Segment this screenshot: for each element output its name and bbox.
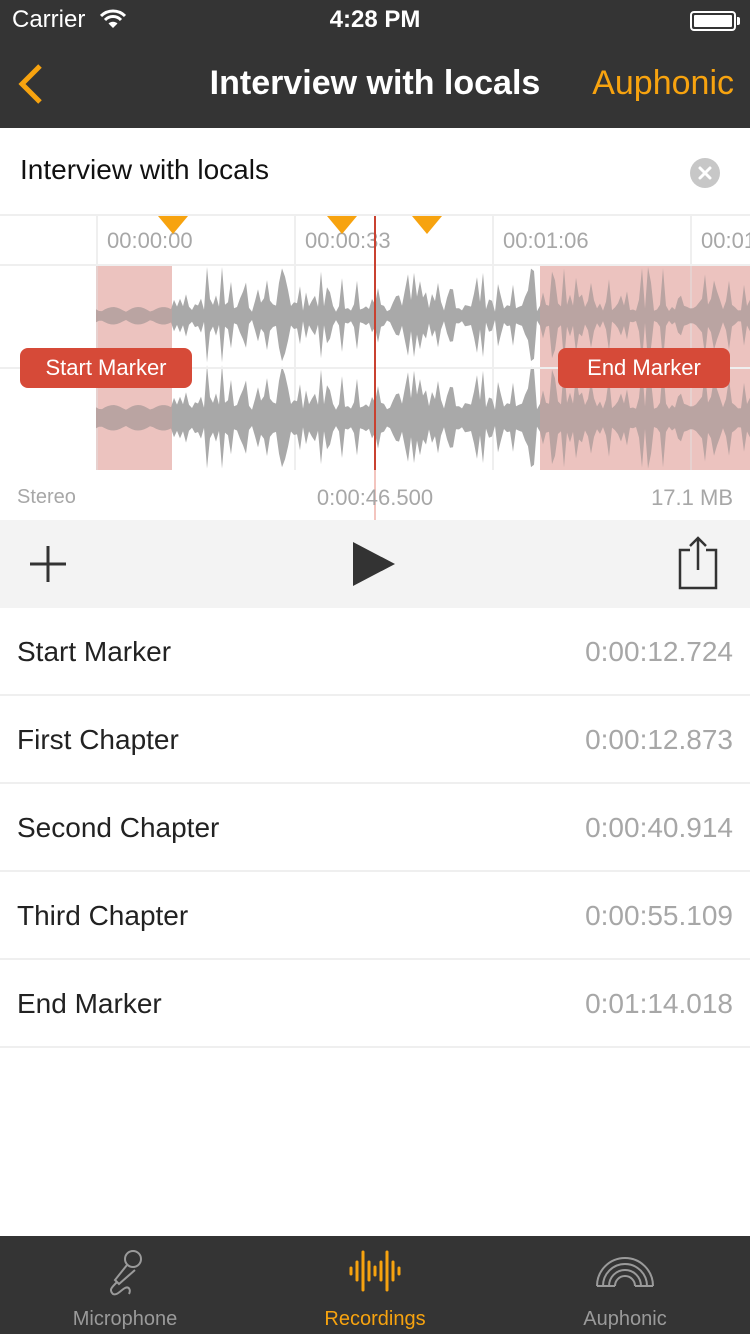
clock: 4:28 PM <box>329 6 421 33</box>
share-icon <box>678 536 718 590</box>
timeline-tick <box>690 216 692 264</box>
end-marker-button[interactable]: End Marker <box>558 348 730 388</box>
share-button[interactable] <box>668 534 728 594</box>
marker-name: First Chapter <box>17 724 179 755</box>
marker-time: 0:00:12.873 <box>585 724 733 755</box>
marker-time: 0:00:40.914 <box>585 812 733 843</box>
tab-label: Microphone <box>72 1308 178 1330</box>
marker-name: End Marker <box>17 988 162 1019</box>
recording-info-row: Stereo 0:00:46.500 17.1 MB <box>0 470 750 520</box>
recording-name-row <box>0 128 750 216</box>
play-icon <box>353 542 395 586</box>
marker-time: 0:00:12.724 <box>585 636 733 667</box>
navigation-bar: Interview with locals Auphonic <box>0 40 750 128</box>
marker-row[interactable]: Third Chapter 0:00:55.109 <box>0 872 750 960</box>
file-size: 17.1 MB <box>651 485 733 510</box>
waveform-icon <box>349 1250 401 1292</box>
chapter-marker-first[interactable] <box>158 216 188 234</box>
status-bar: Carrier 4:28 PM <box>0 0 750 40</box>
battery-icon <box>690 11 736 31</box>
timeline-tick <box>294 216 296 264</box>
marker-time: 0:00:55.109 <box>585 900 733 931</box>
marker-name: Second Chapter <box>17 812 220 843</box>
microphone-icon <box>109 1250 142 1296</box>
tab-microphone[interactable]: Microphone <box>0 1236 250 1334</box>
add-marker-button[interactable] <box>18 534 78 594</box>
marker-row[interactable]: Second Chapter 0:00:40.914 <box>0 784 750 872</box>
tab-auphonic[interactable]: Auphonic <box>500 1236 750 1334</box>
chapter-marker-second[interactable] <box>327 216 357 234</box>
marker-time: 0:01:14.018 <box>585 988 733 1019</box>
marker-row[interactable]: Start Marker 0:00:12.724 <box>0 608 750 696</box>
clear-circle-icon <box>698 166 712 180</box>
playhead[interactable] <box>374 216 376 470</box>
timeline-tick <box>492 216 494 264</box>
tab-label: Recordings <box>324 1308 426 1330</box>
marker-row[interactable]: End Marker 0:01:14.018 <box>0 960 750 1048</box>
playback-toolbar <box>0 520 750 608</box>
battery-tip <box>737 17 740 25</box>
tab-recordings[interactable]: Recordings <box>250 1236 500 1334</box>
playhead-time: 0:00:46.500 <box>316 485 434 510</box>
chapter-marker-third[interactable] <box>412 216 442 234</box>
marker-name: Start Marker <box>17 636 172 667</box>
chevron-left-icon <box>18 64 42 104</box>
rainbow-icon <box>596 1257 654 1287</box>
start-marker-button[interactable]: Start Marker <box>20 348 192 388</box>
tab-bar: Microphone Recordings Auphonic <box>0 1236 750 1334</box>
timeline-tick <box>96 216 98 264</box>
plus-icon <box>30 546 66 582</box>
play-button[interactable] <box>345 534 405 594</box>
tab-label: Auphonic <box>583 1308 667 1330</box>
auphonic-button[interactable]: Auphonic <box>592 64 734 103</box>
marker-row[interactable]: First Chapter 0:00:12.873 <box>0 696 750 784</box>
timeline-label: 00:01:06 <box>503 228 589 253</box>
marker-name: Third Chapter <box>17 900 189 931</box>
marker-list: Start Marker 0:00:12.724 First Chapter 0… <box>0 608 750 1048</box>
timeline-label: 00:01:39 <box>701 228 750 253</box>
recording-name-input[interactable] <box>20 154 660 186</box>
clear-button[interactable] <box>690 158 720 188</box>
back-button[interactable] <box>14 62 50 106</box>
